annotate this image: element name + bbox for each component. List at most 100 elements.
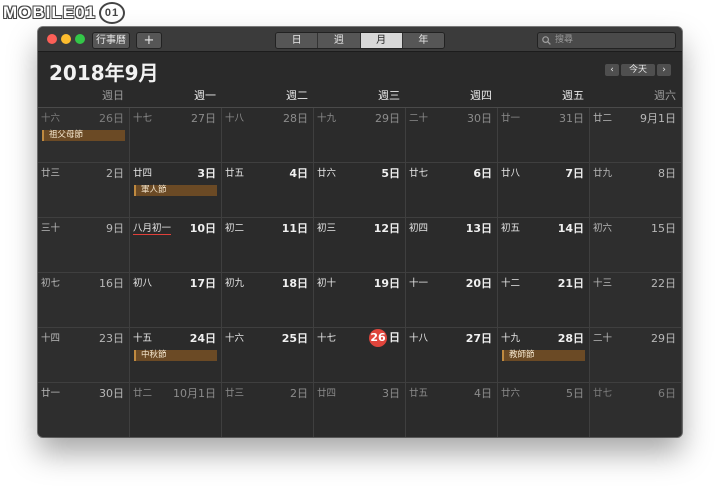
next-month-button[interactable]: › xyxy=(657,64,671,76)
day-cell[interactable]: 廿三 2日 xyxy=(222,383,314,437)
solar-date: 4日 xyxy=(289,167,308,180)
weekday-text: 週一 xyxy=(194,89,216,102)
search-field[interactable]: 搜尋 xyxy=(537,32,676,49)
day-cell[interactable]: 八月初一 10日 xyxy=(130,218,222,273)
calendars-button[interactable]: 行事曆 xyxy=(92,32,130,49)
view-day-tab[interactable]: 日 xyxy=(276,33,319,48)
day-cell[interactable]: 廿六 5日 xyxy=(498,383,590,437)
view-switcher: 日 週 月 年 xyxy=(275,32,445,49)
day-cell[interactable]: 廿一 30日 xyxy=(38,383,130,437)
mobile01-watermark: MOBILE01 01 xyxy=(3,2,126,24)
day-cell[interactable]: 廿二 10月1日 xyxy=(130,383,222,437)
day-cell[interactable]: 十九 29日 xyxy=(314,108,406,163)
day-cell[interactable]: 初三 12日 xyxy=(314,218,406,273)
solar-date: 28日 xyxy=(557,332,584,345)
day-cell[interactable]: 十一 20日 xyxy=(406,273,498,328)
lunar-date: 廿九 xyxy=(593,168,613,179)
day-cell[interactable]: 廿二 9月1日 xyxy=(590,108,682,163)
previous-month-button[interactable]: ‹ xyxy=(605,64,619,76)
day-cell[interactable]: 十三 22日 xyxy=(590,273,682,328)
solar-date: 4日 xyxy=(474,387,492,400)
day-cell[interactable]: 初八 17日 xyxy=(130,273,222,328)
day-cell[interactable]: 十八 27日 xyxy=(406,328,498,383)
day-cell[interactable]: 二十 29日 xyxy=(590,328,682,383)
solar-date: 12日 xyxy=(373,222,400,235)
weekday-label: 週六 xyxy=(590,88,682,107)
solar-date: 17日 xyxy=(189,277,216,290)
lunar-date: 廿一 xyxy=(41,388,61,399)
watermark-badge: 01 xyxy=(99,2,126,24)
solar-date: 13日 xyxy=(465,222,492,235)
minimize-window-button[interactable] xyxy=(61,34,71,44)
day-cell[interactable]: 廿四 3日 軍人節 xyxy=(130,163,222,218)
day-cell[interactable]: 十六 25日 xyxy=(222,328,314,383)
solar-date: 10日 xyxy=(189,222,216,235)
day-cell[interactable]: 初二 11日 xyxy=(222,218,314,273)
day-cell[interactable]: 廿三 2日 xyxy=(38,163,130,218)
solar-date: 11日 xyxy=(281,222,308,235)
view-year-tab[interactable]: 年 xyxy=(402,33,444,48)
lunar-date: 十九 xyxy=(317,113,337,124)
event-block[interactable]: 祖父母節 xyxy=(42,130,125,141)
view-week-tab[interactable]: 週 xyxy=(318,33,361,48)
day-cell[interactable]: 廿九 8日 xyxy=(590,163,682,218)
day-cell[interactable]: 十二 21日 xyxy=(498,273,590,328)
day-cell[interactable]: 廿四 3日 xyxy=(314,383,406,437)
day-cell[interactable]: 十七 26 日 xyxy=(314,328,406,383)
day-cell[interactable]: 初七 16日 xyxy=(38,273,130,328)
day-cell[interactable]: 十六 26日 祖父母節 xyxy=(38,108,130,163)
today-marker: 26 xyxy=(369,329,387,347)
day-cell[interactable]: 廿七 6日 xyxy=(406,163,498,218)
weekday-text: 週六 xyxy=(654,89,676,102)
weekday-label: 週五 xyxy=(498,88,590,107)
lunar-date: 廿五 xyxy=(409,388,429,399)
lunar-date: 初十 xyxy=(317,278,337,289)
close-window-button[interactable] xyxy=(47,34,57,44)
solar-date: 30日 xyxy=(99,387,124,400)
solar-date: 31日 xyxy=(559,112,584,125)
day-cell[interactable]: 十七 27日 xyxy=(130,108,222,163)
event-block[interactable]: 軍人節 xyxy=(134,185,217,196)
solar-date: 14日 xyxy=(557,222,584,235)
event-block[interactable]: 中秋節 xyxy=(134,350,217,361)
zoom-window-button[interactable] xyxy=(75,34,85,44)
solar-date: 20日 xyxy=(465,277,492,290)
day-cell[interactable]: 初五 14日 xyxy=(498,218,590,273)
day-cell[interactable]: 廿五 4日 xyxy=(222,163,314,218)
day-cell[interactable]: 十五 24日 中秋節 xyxy=(130,328,222,383)
add-event-button[interactable]: + xyxy=(136,32,162,49)
solar-date: 9日 xyxy=(106,222,124,235)
event-block[interactable]: 教師節 xyxy=(502,350,585,361)
lunar-date: 廿一 xyxy=(501,113,521,124)
weekday-label: 週一 xyxy=(130,88,222,107)
lunar-date: 廿四 xyxy=(133,168,153,179)
day-cell[interactable]: 廿六 5日 xyxy=(314,163,406,218)
day-cell[interactable]: 廿一 31日 xyxy=(498,108,590,163)
day-cell[interactable]: 十九 28日 教師節 xyxy=(498,328,590,383)
month-grid: 十六 26日 祖父母節 十七 27日 十八 28日 十九 29日 二十 30日 廿一 31日 廿二 9月1日… xyxy=(38,107,682,437)
day-cell[interactable]: 十八 28日 xyxy=(222,108,314,163)
day-cell[interactable]: 廿五 4日 xyxy=(406,383,498,437)
today-button[interactable]: 今天 xyxy=(621,64,655,76)
day-cell[interactable]: 初六 15日 xyxy=(590,218,682,273)
day-cell[interactable]: 廿八 7日 xyxy=(498,163,590,218)
day-cell[interactable]: 初九 18日 xyxy=(222,273,314,328)
lunar-date: 十八 xyxy=(225,113,245,124)
lunar-date: 廿八 xyxy=(501,168,521,179)
weekday-label: 週三 xyxy=(314,88,406,107)
weekday-header-row: 週日 週一 週二 週三 週四 週五 週六 xyxy=(38,88,682,107)
weekday-text: 週四 xyxy=(470,89,492,102)
day-cell[interactable]: 初十 19日 xyxy=(314,273,406,328)
day-cell[interactable]: 十四 23日 xyxy=(38,328,130,383)
day-cell[interactable]: 二十 30日 xyxy=(406,108,498,163)
search-placeholder: 搜尋 xyxy=(555,35,574,45)
day-cell[interactable]: 三十 9日 xyxy=(38,218,130,273)
solar-date: 23日 xyxy=(99,332,124,345)
day-cell[interactable]: 廿七 6日 xyxy=(590,383,682,437)
view-month-tab[interactable]: 月 xyxy=(360,33,403,48)
solar-date: 25日 xyxy=(281,332,308,345)
day-cell[interactable]: 初四 13日 xyxy=(406,218,498,273)
lunar-date: 初九 xyxy=(225,278,245,289)
lunar-date: 初三 xyxy=(317,223,337,234)
lunar-date: 廿六 xyxy=(317,168,337,179)
